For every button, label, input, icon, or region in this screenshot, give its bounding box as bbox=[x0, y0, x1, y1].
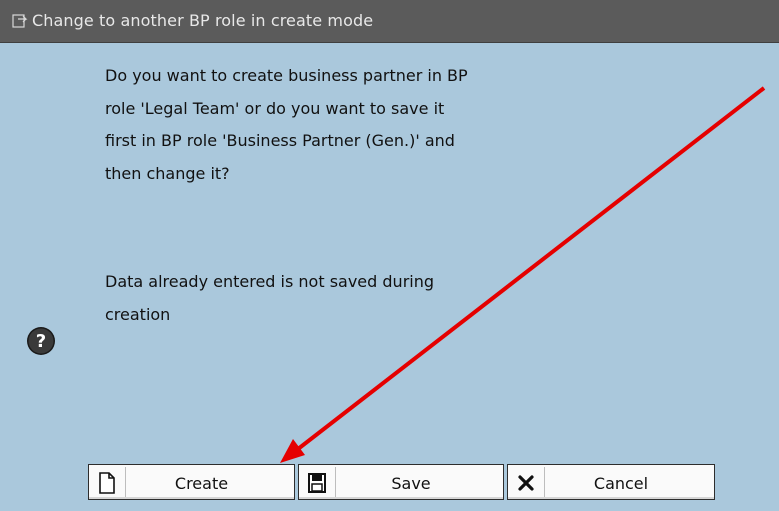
message-line: then change it? bbox=[105, 163, 230, 183]
message-line: role 'Legal Team' or do you want to save… bbox=[105, 98, 445, 118]
svg-text:?: ? bbox=[36, 331, 46, 352]
create-button[interactable]: Create bbox=[88, 464, 295, 500]
message-line: Data already entered is not saved during bbox=[105, 272, 435, 291]
dialog-titlebar: Change to another BP role in create mode bbox=[0, 0, 779, 43]
dialog-icon bbox=[12, 14, 28, 28]
save-button-label: Save bbox=[391, 474, 431, 493]
question-icon: ? bbox=[27, 327, 55, 355]
message-line: Do you want to create business partner i… bbox=[105, 66, 468, 85]
cancel-button[interactable]: Cancel bbox=[507, 464, 715, 500]
create-button-label: Create bbox=[174, 474, 229, 493]
message-paragraph-2: Data already entered is not saved during… bbox=[105, 266, 665, 331]
message-paragraph-1: Do you want to create business partner i… bbox=[105, 60, 665, 190]
save-button[interactable]: Save bbox=[298, 464, 504, 500]
dialog-title: Change to another BP role in create mode bbox=[32, 11, 374, 30]
message-line: first in BP role 'Business Partner (Gen.… bbox=[105, 131, 455, 150]
message-line: creation bbox=[105, 304, 171, 324]
cancel-button-label: Cancel bbox=[593, 474, 649, 493]
